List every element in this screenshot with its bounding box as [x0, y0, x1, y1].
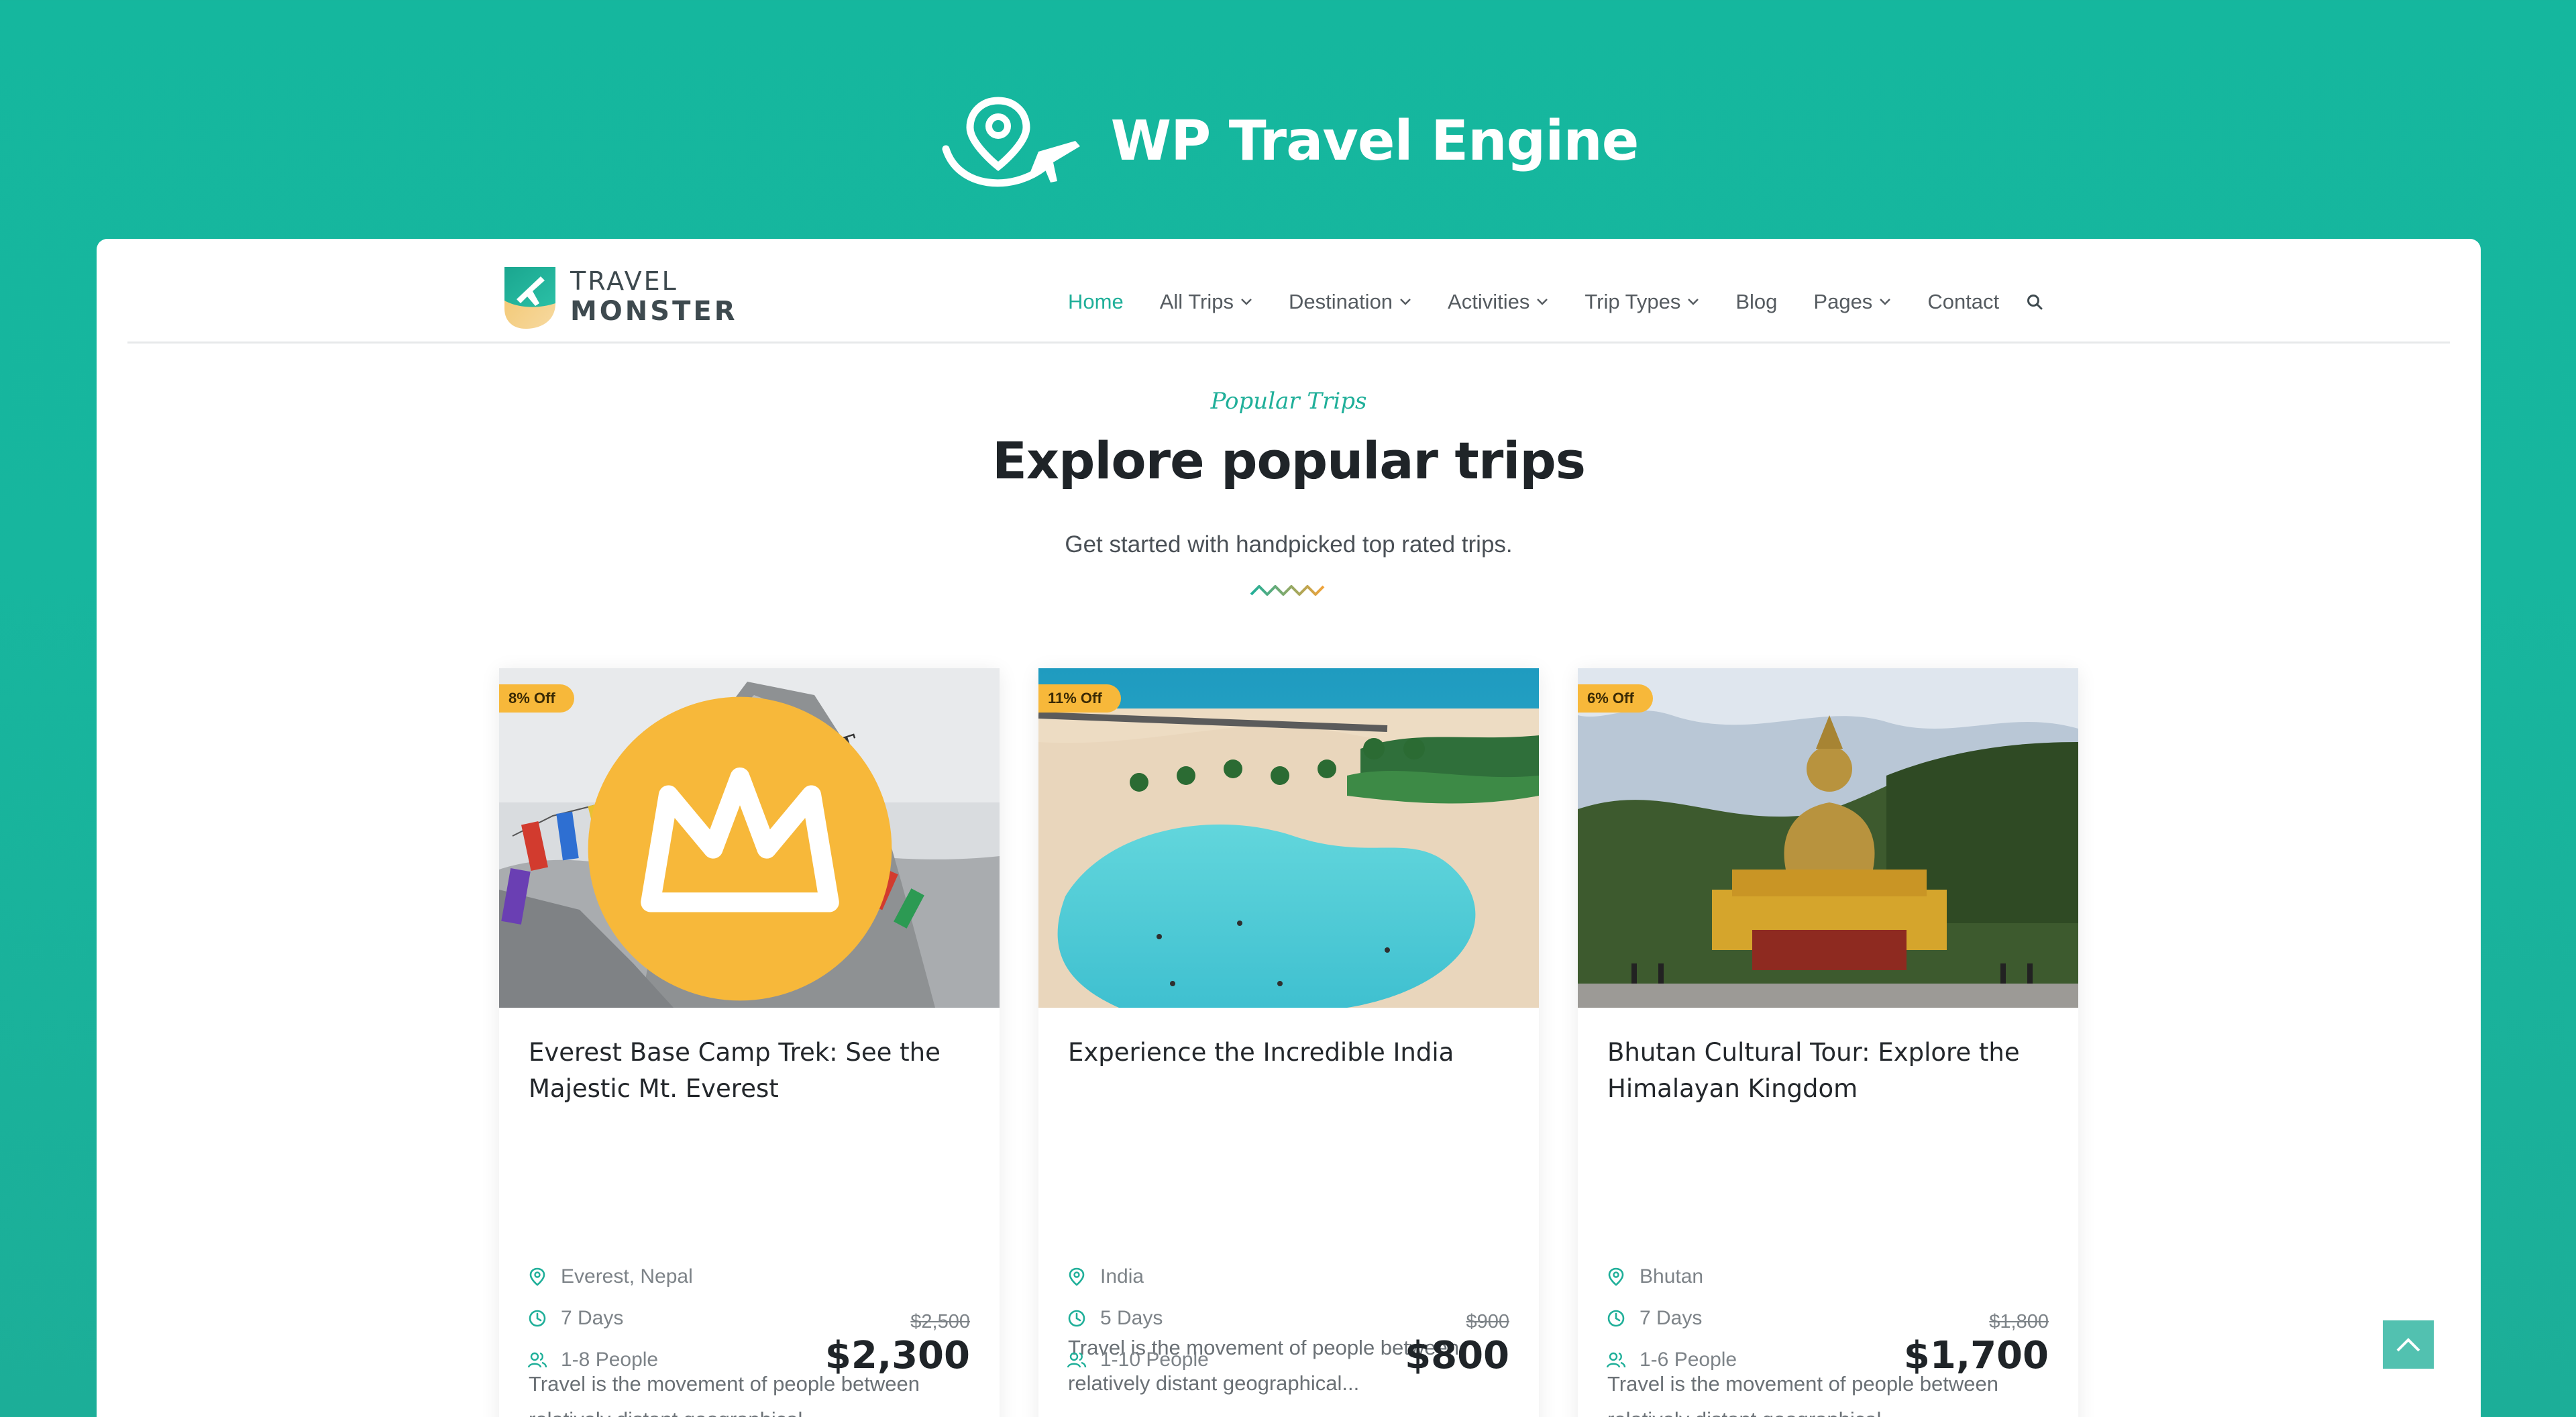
original-price: $1,800 [1989, 1311, 2049, 1332]
chevron-down-icon [1880, 299, 1891, 305]
trip-title[interactable]: Experience the Incredible India [1068, 1035, 1511, 1071]
trip-group-size-text: 1-8 People [561, 1349, 659, 1371]
clock-icon [1607, 1310, 1625, 1327]
people-icon [527, 1352, 547, 1368]
logo-text-bottom: MONSTER [570, 296, 738, 327]
section-kicker: Popular Trips [1210, 388, 1367, 415]
nav-label: Blog [1735, 290, 1778, 313]
chevron-down-icon [1688, 299, 1699, 305]
crown-icon [588, 696, 892, 1001]
trip-location-text: Everest, Nepal [561, 1265, 693, 1288]
brand-name: WP Travel Engine [1110, 109, 1640, 173]
nav-item-trip-types[interactable]: Trip Types [1585, 290, 1699, 314]
people-icon [1606, 1352, 1626, 1368]
chevron-down-icon [1537, 299, 1548, 305]
sale-price: $1,700 [1903, 1334, 2049, 1377]
sale-price: $2,300 [824, 1334, 970, 1377]
sale-price: $800 [1405, 1334, 1509, 1377]
trip-card[interactable]: EVEREST BASE CAMP 2017 8% Off Everest Ba… [499, 668, 1000, 1417]
trip-duration-text: 5 Days [1100, 1307, 1163, 1329]
clock-icon [529, 1310, 546, 1327]
location-pin-plane-logo-icon [942, 97, 1080, 187]
site-navbar: TRAVEL MONSTER Home All Trips Destinatio… [97, 239, 2481, 344]
section-subtitle: Get started with handpicked top rated tr… [1065, 531, 1513, 558]
nav-label: Destination [1288, 290, 1393, 313]
people-icon [1067, 1352, 1087, 1368]
chevron-down-icon [1241, 299, 1252, 305]
trip-card[interactable]: 11% Off Experience the Incredible India … [1038, 668, 1539, 1417]
trip-location: Everest, Nepal [527, 1265, 693, 1288]
trip-duration-text: 7 Days [561, 1307, 624, 1329]
nav-label: Trip Types [1585, 290, 1681, 313]
nav-item-all-trips[interactable]: All Trips [1160, 290, 1252, 314]
trip-location-text: India [1100, 1265, 1144, 1288]
location-pin-icon [529, 1267, 545, 1286]
chevron-down-icon [1400, 299, 1411, 305]
nav-label: Home [1068, 290, 1124, 313]
clock-icon [1068, 1310, 1085, 1327]
nav-label: Contact [1927, 290, 2000, 313]
nav-label: Pages [1813, 290, 1873, 313]
nav-label: Activities [1448, 290, 1530, 313]
trip-duration: 7 Days [1606, 1307, 1702, 1330]
website-preview-panel: TRAVEL MONSTER Home All Trips Destinatio… [97, 239, 2481, 1417]
trip-group-size: 1-10 People [1067, 1349, 1209, 1371]
scroll-to-top-button[interactable] [2383, 1320, 2434, 1369]
trip-group-size: 1-6 People [1606, 1349, 1737, 1371]
squiggle-divider-icon [1250, 585, 1325, 596]
original-price: $2,500 [910, 1311, 970, 1332]
trip-duration: 7 Days [527, 1307, 623, 1330]
trip-duration-text: 7 Days [1640, 1307, 1703, 1329]
nav-divider [127, 342, 2450, 344]
trip-group-size-text: 1-6 People [1640, 1349, 1737, 1371]
trip-location: Bhutan [1606, 1265, 1703, 1288]
discount-badge: 11% Off [1038, 684, 1121, 713]
trip-title[interactable]: Bhutan Cultural Tour: Explore the Himala… [1607, 1035, 2050, 1107]
search-icon[interactable] [2026, 293, 2043, 311]
trip-title[interactable]: Everest Base Camp Trek: See the Majestic… [529, 1035, 971, 1107]
trip-location-text: Bhutan [1640, 1265, 1704, 1288]
brand-header: WP Travel Engine [0, 87, 2576, 195]
nav-item-blog[interactable]: Blog [1735, 290, 1777, 314]
original-price: $900 [1466, 1311, 1509, 1332]
trip-group-size-text: 1-10 People [1100, 1349, 1209, 1371]
nav-item-home[interactable]: Home [1068, 290, 1124, 314]
trip-card[interactable]: 6% Off Bhutan Cultural Tour: Explore the… [1578, 668, 2078, 1417]
logo-text-top: TRAVEL [570, 266, 678, 296]
site-logo[interactable]: TRAVEL MONSTER [499, 262, 738, 331]
trip-image-everest[interactable]: EVEREST BASE CAMP 2017 8% Off [499, 668, 1000, 1008]
chevron-up-icon [2396, 1338, 2420, 1352]
nav-item-activities[interactable]: Activities [1448, 290, 1548, 314]
main-menu: Home All Trips Destination Activities Tr… [1068, 280, 2043, 323]
trip-location: India [1067, 1265, 1144, 1288]
nav-item-pages[interactable]: Pages [1813, 290, 1891, 314]
nav-item-destination[interactable]: Destination [1289, 290, 1411, 314]
nav-label: All Trips [1159, 290, 1234, 313]
section-title: Explore popular trips [992, 431, 1586, 490]
location-pin-icon [1069, 1267, 1085, 1286]
location-pin-icon [1608, 1267, 1624, 1286]
trip-image-india[interactable]: 11% Off [1038, 668, 1539, 1008]
travel-monster-logo-icon [504, 267, 555, 329]
trip-group-size: 1-8 People [527, 1349, 658, 1371]
discount-badge: 6% Off [1578, 684, 1653, 713]
nav-item-contact[interactable]: Contact [1927, 290, 1999, 314]
trip-image-bhutan[interactable]: 6% Off [1578, 668, 2078, 1008]
trip-duration: 5 Days [1067, 1307, 1163, 1330]
